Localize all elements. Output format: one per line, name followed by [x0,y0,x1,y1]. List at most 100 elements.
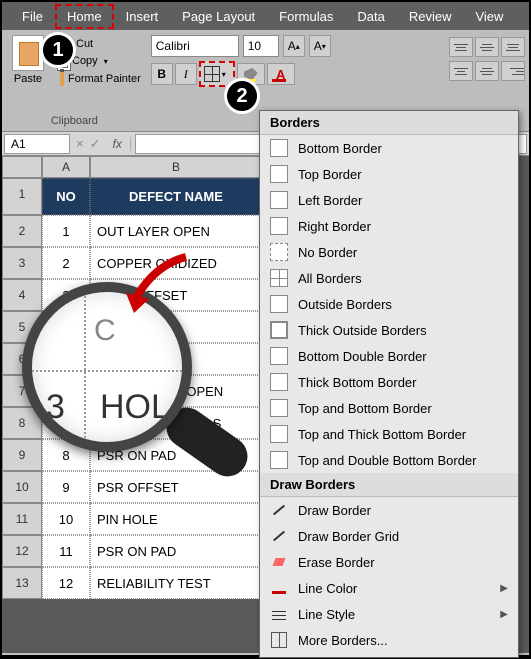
row-header[interactable]: 2 [2,215,42,247]
bottom-border-item[interactable]: Bottom Border [260,135,518,161]
cell-no[interactable]: 2 [42,247,90,279]
row-header[interactable]: 1 [2,178,42,215]
align-right-button[interactable] [501,61,525,81]
align-left-button[interactable] [449,61,473,81]
border-icon [270,451,288,469]
align-bottom-button[interactable] [501,37,525,57]
left-border-item[interactable]: Left Border [260,187,518,213]
cell-no[interactable]: 9 [42,471,90,503]
cell-name[interactable]: PSR ON PAD [90,535,262,567]
row-header[interactable]: 12 [2,535,42,567]
cell-name[interactable]: PSR OFFSET [90,471,262,503]
table-row[interactable]: 11PSR ON PAD [42,535,262,567]
thick-bottom-border-item[interactable]: Thick Bottom Border [260,369,518,395]
table-header-name[interactable]: DEFECT NAME [90,178,262,215]
row-header[interactable]: 9 [2,439,42,471]
border-icon [270,295,288,313]
tab-view[interactable]: View [463,4,515,29]
tab-review[interactable]: Review [397,4,464,29]
font-name-select[interactable] [151,35,239,57]
tab-insert[interactable]: Insert [114,4,171,29]
cell-no[interactable]: 12 [42,567,90,599]
table-header-no[interactable]: NO [42,178,90,215]
row-header[interactable]: 3 [2,247,42,279]
clipboard-group-label: Clipboard [6,113,143,129]
row-header[interactable]: 13 [2,567,42,599]
all-borders-item[interactable]: All Borders [260,265,518,291]
chevron-right-icon: ▶ [500,583,508,594]
border-icon [270,165,288,183]
align-middle-button[interactable] [475,37,499,57]
draw-border-grid-item[interactable]: Draw Border Grid [260,523,518,549]
align-center-button[interactable] [475,61,499,81]
callout-badge-1: 1 [40,32,76,68]
top-border-item[interactable]: Top Border [260,161,518,187]
right-border-item[interactable]: Right Border [260,213,518,239]
border-icon [270,373,288,391]
row-header[interactable]: 10 [2,471,42,503]
name-box[interactable] [4,134,70,154]
outside-borders-item[interactable]: Outside Borders [260,291,518,317]
font-size-select[interactable] [243,35,279,57]
chevron-down-icon: ▾ [222,70,230,79]
cell-name[interactable]: PIN HOLE [90,503,262,535]
fx-label[interactable]: fx [105,137,131,151]
font-color-button[interactable]: A [267,63,295,85]
tab-data[interactable]: Data [345,4,396,29]
callout-arrow [122,249,202,329]
thick-outside-borders-item[interactable]: Thick Outside Borders [260,317,518,343]
col-header-b[interactable]: B [90,156,262,178]
table-row[interactable]: 1OUT LAYER OPEN [42,215,262,247]
more-borders-item[interactable]: More Borders... [260,627,518,653]
border-icon [270,321,288,339]
mag-cell-text: HOL [100,388,170,427]
tab-formulas[interactable]: Formulas [267,4,345,29]
no-border-item[interactable]: No Border [260,239,518,265]
formula-bar-buttons: ×✓ [72,136,105,152]
col-header-a[interactable]: A [42,156,90,178]
mag-cell-tl: C [94,314,116,348]
cell-no[interactable]: 10 [42,503,90,535]
italic-button[interactable]: I [175,63,197,85]
cell-name[interactable]: RELIABILITY TEST [90,567,262,599]
format-painter-label: Format Painter [68,73,141,85]
pen-icon [270,501,288,519]
borders-section-header: Borders [260,111,518,135]
draw-borders-section-header: Draw Borders [260,473,518,497]
tab-page-layout[interactable]: Page Layout [170,4,267,29]
top-double-bottom-border-item[interactable]: Top and Double Bottom Border [260,447,518,473]
border-icon [270,217,288,235]
border-icon [270,269,288,287]
chevron-right-icon: ▶ [500,609,508,620]
border-icon [270,139,288,157]
more-borders-icon [270,631,288,649]
top-bottom-border-item[interactable]: Top and Bottom Border [260,395,518,421]
border-icon [270,243,288,261]
tab-home[interactable]: Home [55,4,114,29]
table-row[interactable]: 10PIN HOLE [42,503,262,535]
cell-no[interactable]: 11 [42,535,90,567]
align-top-button[interactable] [449,37,473,57]
line-style-item[interactable]: Line Style▶ [260,601,518,627]
line-color-icon [270,579,288,597]
cell-no[interactable]: 1 [42,215,90,247]
mag-cell-number: 3 [46,388,65,427]
row-header[interactable]: 11 [2,503,42,535]
top-thick-bottom-border-item[interactable]: Top and Thick Bottom Border [260,421,518,447]
border-icon [270,347,288,365]
tab-file[interactable]: File [10,4,55,29]
pen-grid-icon [270,527,288,545]
draw-border-item[interactable]: Draw Border [260,497,518,523]
erase-border-item[interactable]: Erase Border [260,549,518,575]
decrease-font-button[interactable]: A▾ [309,35,331,57]
borders-dropdown: Borders Bottom Border Top Border Left Bo… [259,110,519,658]
border-icon [270,399,288,417]
increase-font-button[interactable]: A▴ [283,35,305,57]
cell-name[interactable]: OUT LAYER OPEN [90,215,262,247]
bottom-double-border-item[interactable]: Bottom Double Border [260,343,518,369]
table-row[interactable]: 12RELIABILITY TEST [42,567,262,599]
line-color-item[interactable]: Line Color▶ [260,575,518,601]
format-painter-button[interactable]: Format Painter [54,71,143,87]
select-all-corner[interactable] [2,156,42,178]
bold-button[interactable]: B [151,63,173,85]
